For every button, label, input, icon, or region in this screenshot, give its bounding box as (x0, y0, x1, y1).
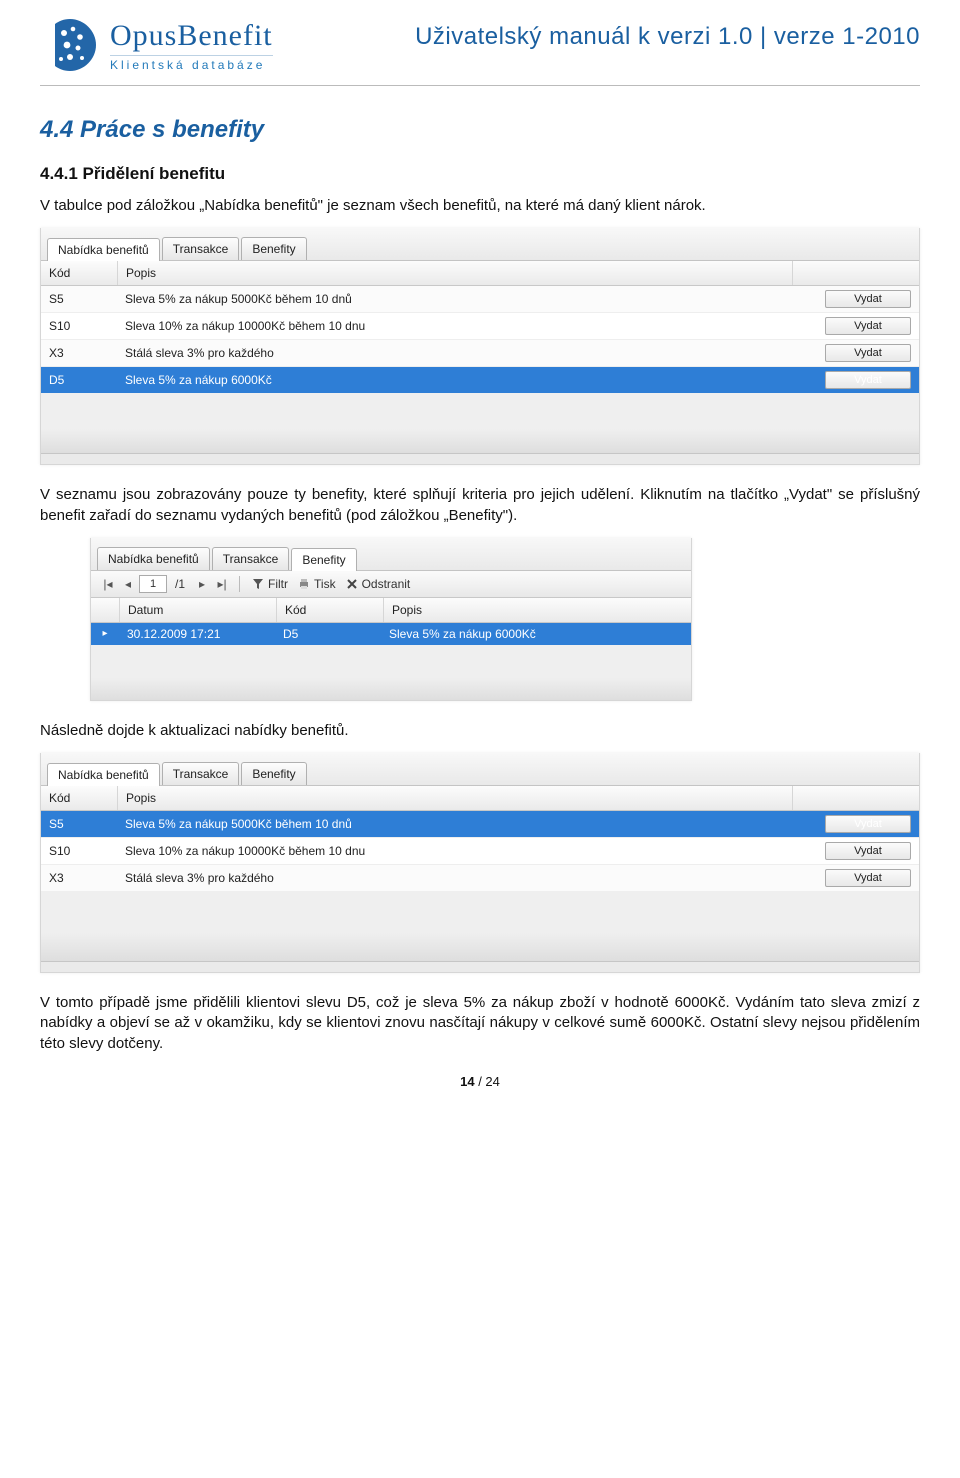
screenshot-nabidka-benefitu-2: Nabídka benefitů Transakce Benefity Kód … (40, 753, 920, 973)
nav-next-icon[interactable]: ▸ (193, 576, 211, 592)
nav-prev-icon[interactable]: ◂ (119, 576, 137, 592)
document-title: Uživatelský manuál k verzi 1.0 | verze 1… (273, 23, 920, 51)
cell-popis: Sleva 5% za nákup 5000Kč během 10 dnů (117, 813, 793, 835)
table-row[interactable]: S5Sleva 5% za nákup 5000Kč během 10 dnů V… (41, 286, 919, 313)
tab-transakce[interactable]: Transakce (162, 762, 240, 785)
cell-popis: Sleva 10% za nákup 10000Kč během 10 dnu (117, 315, 793, 337)
nav-first-icon[interactable]: |◂ (99, 576, 117, 592)
grid-header-row: Kód Popis (41, 786, 919, 811)
grid-header-row: Datum Kód Popis (91, 598, 691, 623)
funnel-icon (252, 578, 264, 590)
table-row[interactable]: D5Sleva 5% za nákup 6000Kč Vydat (41, 367, 919, 394)
vydat-button[interactable]: Vydat (825, 371, 911, 389)
cell-popis: Stálá sleva 3% pro každého (117, 342, 793, 364)
cell-kod: S5 (41, 288, 117, 310)
cell-popis: Stálá sleva 3% pro každého (117, 867, 793, 889)
logo-sub-text: Klientská databáze (110, 55, 273, 72)
cell-popis: Sleva 5% za nákup 6000Kč (381, 623, 691, 645)
cell-kod: X3 (41, 342, 117, 364)
grid-toolbar: |◂ ◂ 1 /1 ▸ ▸| Filtr Tisk Odstranit (91, 571, 691, 598)
screenshot-nabidka-benefitu-1: Nabídka benefitů Transakce Benefity Kód … (40, 228, 920, 465)
tab-benefity[interactable]: Benefity (241, 237, 306, 260)
vydat-button[interactable]: Vydat (825, 815, 911, 833)
cell-popis: Sleva 5% za nákup 5000Kč během 10 dnů (117, 288, 793, 310)
cell-kod: S10 (41, 315, 117, 337)
tab-transakce[interactable]: Transakce (212, 547, 290, 570)
tab-nabidka-benefitu[interactable]: Nabídka benefitů (47, 238, 160, 261)
cell-datum: 30.12.2009 17:21 (119, 623, 275, 645)
screenshot-benefity-tab: Nabídka benefitů Transakce Benefity |◂ ◂… (90, 538, 692, 701)
col-header-kod: Kód (41, 786, 118, 810)
cell-kod: S5 (41, 813, 117, 835)
delete-button[interactable]: Odstranit (342, 577, 415, 591)
x-icon (346, 578, 358, 590)
logo-main-text: OpusBenefit (110, 19, 273, 53)
tab-nabidka-benefitu[interactable]: Nabídka benefitů (47, 763, 160, 786)
logo: OpusBenefit Klientská databáze (40, 15, 273, 75)
cell-popis: Sleva 10% za nákup 10000Kč během 10 dnu (117, 840, 793, 862)
col-header-popis: Popis (118, 786, 793, 810)
row-indicator-icon: ▸ (91, 624, 119, 643)
col-header-kod: Kód (277, 598, 384, 622)
print-button[interactable]: Tisk (294, 577, 340, 591)
cell-kod: S10 (41, 840, 117, 862)
vydat-button[interactable]: Vydat (825, 317, 911, 335)
tab-benefity[interactable]: Benefity (241, 762, 306, 785)
table-row[interactable]: S5Sleva 5% za nákup 5000Kč během 10 dnů V… (41, 811, 919, 838)
vydat-button[interactable]: Vydat (825, 869, 911, 887)
table-row[interactable]: S10Sleva 10% za nákup 10000Kč během 10 d… (41, 838, 919, 865)
vydat-button[interactable]: Vydat (825, 290, 911, 308)
table-row[interactable]: X3Stálá sleva 3% pro každého Vydat (41, 340, 919, 367)
section-heading: 4.4 Práce s benefity (40, 116, 920, 144)
tab-nabidka-benefitu[interactable]: Nabídka benefitů (97, 547, 210, 570)
paragraph-3: Následně dojde k aktualizaci nabídky ben… (40, 721, 920, 741)
cell-kod: D5 (275, 623, 381, 645)
grid-header-row: Kód Popis (41, 261, 919, 286)
logo-icon (40, 15, 100, 75)
paragraph-1: V tabulce pod záložkou „Nabídka benefitů… (40, 196, 920, 216)
filter-button[interactable]: Filtr (248, 577, 292, 591)
page-number: 14 / 24 (40, 1074, 920, 1089)
cell-popis: Sleva 5% za nákup 6000Kč (117, 369, 793, 391)
col-header-kod: Kód (41, 261, 118, 285)
table-row[interactable]: X3Stálá sleva 3% pro každého Vydat (41, 865, 919, 892)
page-header: OpusBenefit Klientská databáze Uživatels… (40, 0, 920, 86)
paragraph-4: V tomto případě jsme přidělili klientovi… (40, 993, 920, 1054)
tab-transakce[interactable]: Transakce (162, 237, 240, 260)
vydat-button[interactable]: Vydat (825, 842, 911, 860)
cell-kod: X3 (41, 867, 117, 889)
table-row[interactable]: S10Sleva 10% za nákup 10000Kč během 10 d… (41, 313, 919, 340)
col-header-popis: Popis (118, 261, 793, 285)
vydat-button[interactable]: Vydat (825, 344, 911, 362)
page-current: 14 (460, 1074, 474, 1089)
page-current-input[interactable]: 1 (139, 575, 167, 593)
paragraph-2: V seznamu jsou zobrazovány pouze ty bene… (40, 485, 920, 526)
page-total: 24 (485, 1074, 499, 1089)
cell-kod: D5 (41, 369, 117, 391)
nav-last-icon[interactable]: ▸| (213, 576, 231, 592)
printer-icon (298, 578, 310, 590)
tab-benefity[interactable]: Benefity (291, 548, 356, 571)
subsection-heading: 4.4.1 Přidělení benefitu (40, 164, 920, 184)
col-header-popis: Popis (384, 598, 691, 622)
page-total-label: /1 (175, 577, 185, 591)
col-header-datum: Datum (120, 598, 277, 622)
table-row[interactable]: ▸30.12.2009 17:21D5Sleva 5% za nákup 600… (91, 623, 691, 646)
